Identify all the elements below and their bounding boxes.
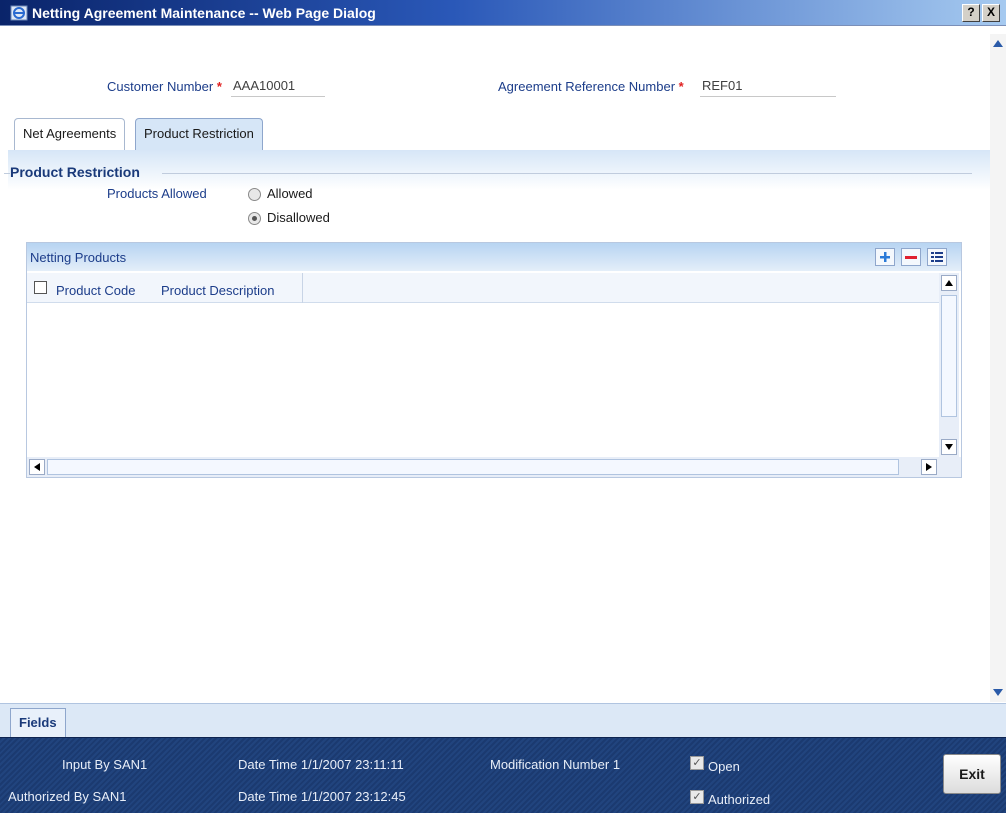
grid-vertical-thumb[interactable] <box>941 295 957 417</box>
grid-horizontal-thumb[interactable] <box>47 459 899 475</box>
agreement-reference-field[interactable]: REF01 <box>700 77 836 97</box>
authorized-label: Authorized <box>708 792 771 807</box>
scroll-up-icon[interactable] <box>992 38 1004 50</box>
view-list-button[interactable] <box>927 248 947 266</box>
scroll-down-icon[interactable] <box>992 686 1004 698</box>
input-datetime-text: Date Time 1/1/2007 23:11:11 <box>238 757 404 772</box>
grid-scroll-right-button[interactable] <box>921 459 937 475</box>
add-row-icon <box>880 252 890 262</box>
grid-vertical-scrollbar[interactable] <box>939 273 959 457</box>
agreement-reference-label: Agreement Reference Number * <box>498 79 684 94</box>
page-scrollbar[interactable] <box>990 34 1006 702</box>
section-title-product-restriction: Product Restriction <box>10 164 140 180</box>
grid-scroll-up-button[interactable] <box>941 275 957 291</box>
radio-disallowed[interactable] <box>248 212 261 225</box>
column-product-code[interactable]: Product Code <box>56 283 136 298</box>
close-button[interactable]: X <box>982 4 1000 22</box>
open-checkbox: ✓ <box>690 756 704 770</box>
column-product-description[interactable]: Product Description <box>161 283 274 298</box>
radio-allowed-label: Allowed <box>267 186 313 201</box>
arrow-up-icon <box>945 280 953 286</box>
window-title: Netting Agreement Maintenance -- Web Pag… <box>32 5 376 21</box>
grid-scroll-left-button[interactable] <box>29 459 45 475</box>
arrow-down-icon <box>945 444 953 450</box>
add-row-button[interactable] <box>875 248 895 266</box>
customer-number-label: Customer Number * <box>107 79 222 94</box>
netting-products-grid: Netting Products Product Code Product De… <box>26 242 962 478</box>
authorized-by-text: Authorized By SAN1 <box>8 789 127 804</box>
authorized-checkbox: ✓ <box>690 790 704 804</box>
delete-row-button[interactable] <box>901 248 921 266</box>
customer-number-field[interactable]: AAA10001 <box>231 77 325 97</box>
section-divider <box>162 173 972 174</box>
tab-panel <box>8 150 990 190</box>
fields-tab[interactable]: Fields <box>10 708 66 738</box>
column-separator <box>302 273 303 303</box>
ie-window-icon <box>10 5 28 21</box>
modification-number-text: Modification Number 1 <box>490 757 621 772</box>
auth-datetime-text: Date Time 1/1/2007 23:12:45 <box>238 789 406 804</box>
arrow-right-icon <box>926 463 932 471</box>
products-allowed-label: Products Allowed <box>107 186 207 201</box>
help-button[interactable]: ? <box>962 4 980 22</box>
view-list-icon <box>931 252 943 262</box>
grid-scroll-down-button[interactable] <box>941 439 957 455</box>
exit-button[interactable]: Exit <box>943 754 1001 794</box>
audit-footer: Input By SAN1 Authorized By SAN1 Date Ti… <box>0 737 1006 816</box>
input-by-text: Input By SAN1 <box>62 757 148 772</box>
select-all-checkbox[interactable] <box>34 281 47 294</box>
radio-allowed[interactable] <box>248 188 261 201</box>
grid-header: Netting Products <box>27 243 961 271</box>
open-label: Open <box>708 759 740 774</box>
title-bar: Netting Agreement Maintenance -- Web Pag… <box>0 0 1006 26</box>
grid-horizontal-scrollbar[interactable] <box>27 457 961 477</box>
tab-net-agreements[interactable]: Net Agreements <box>14 118 126 150</box>
radio-disallowed-label: Disallowed <box>267 210 330 225</box>
tab-product-restriction[interactable]: Product Restriction <box>135 118 263 150</box>
fields-bar: Fields <box>0 703 1006 738</box>
arrow-left-icon <box>34 463 40 471</box>
delete-row-icon <box>905 256 917 259</box>
grid-title: Netting Products <box>30 250 127 265</box>
